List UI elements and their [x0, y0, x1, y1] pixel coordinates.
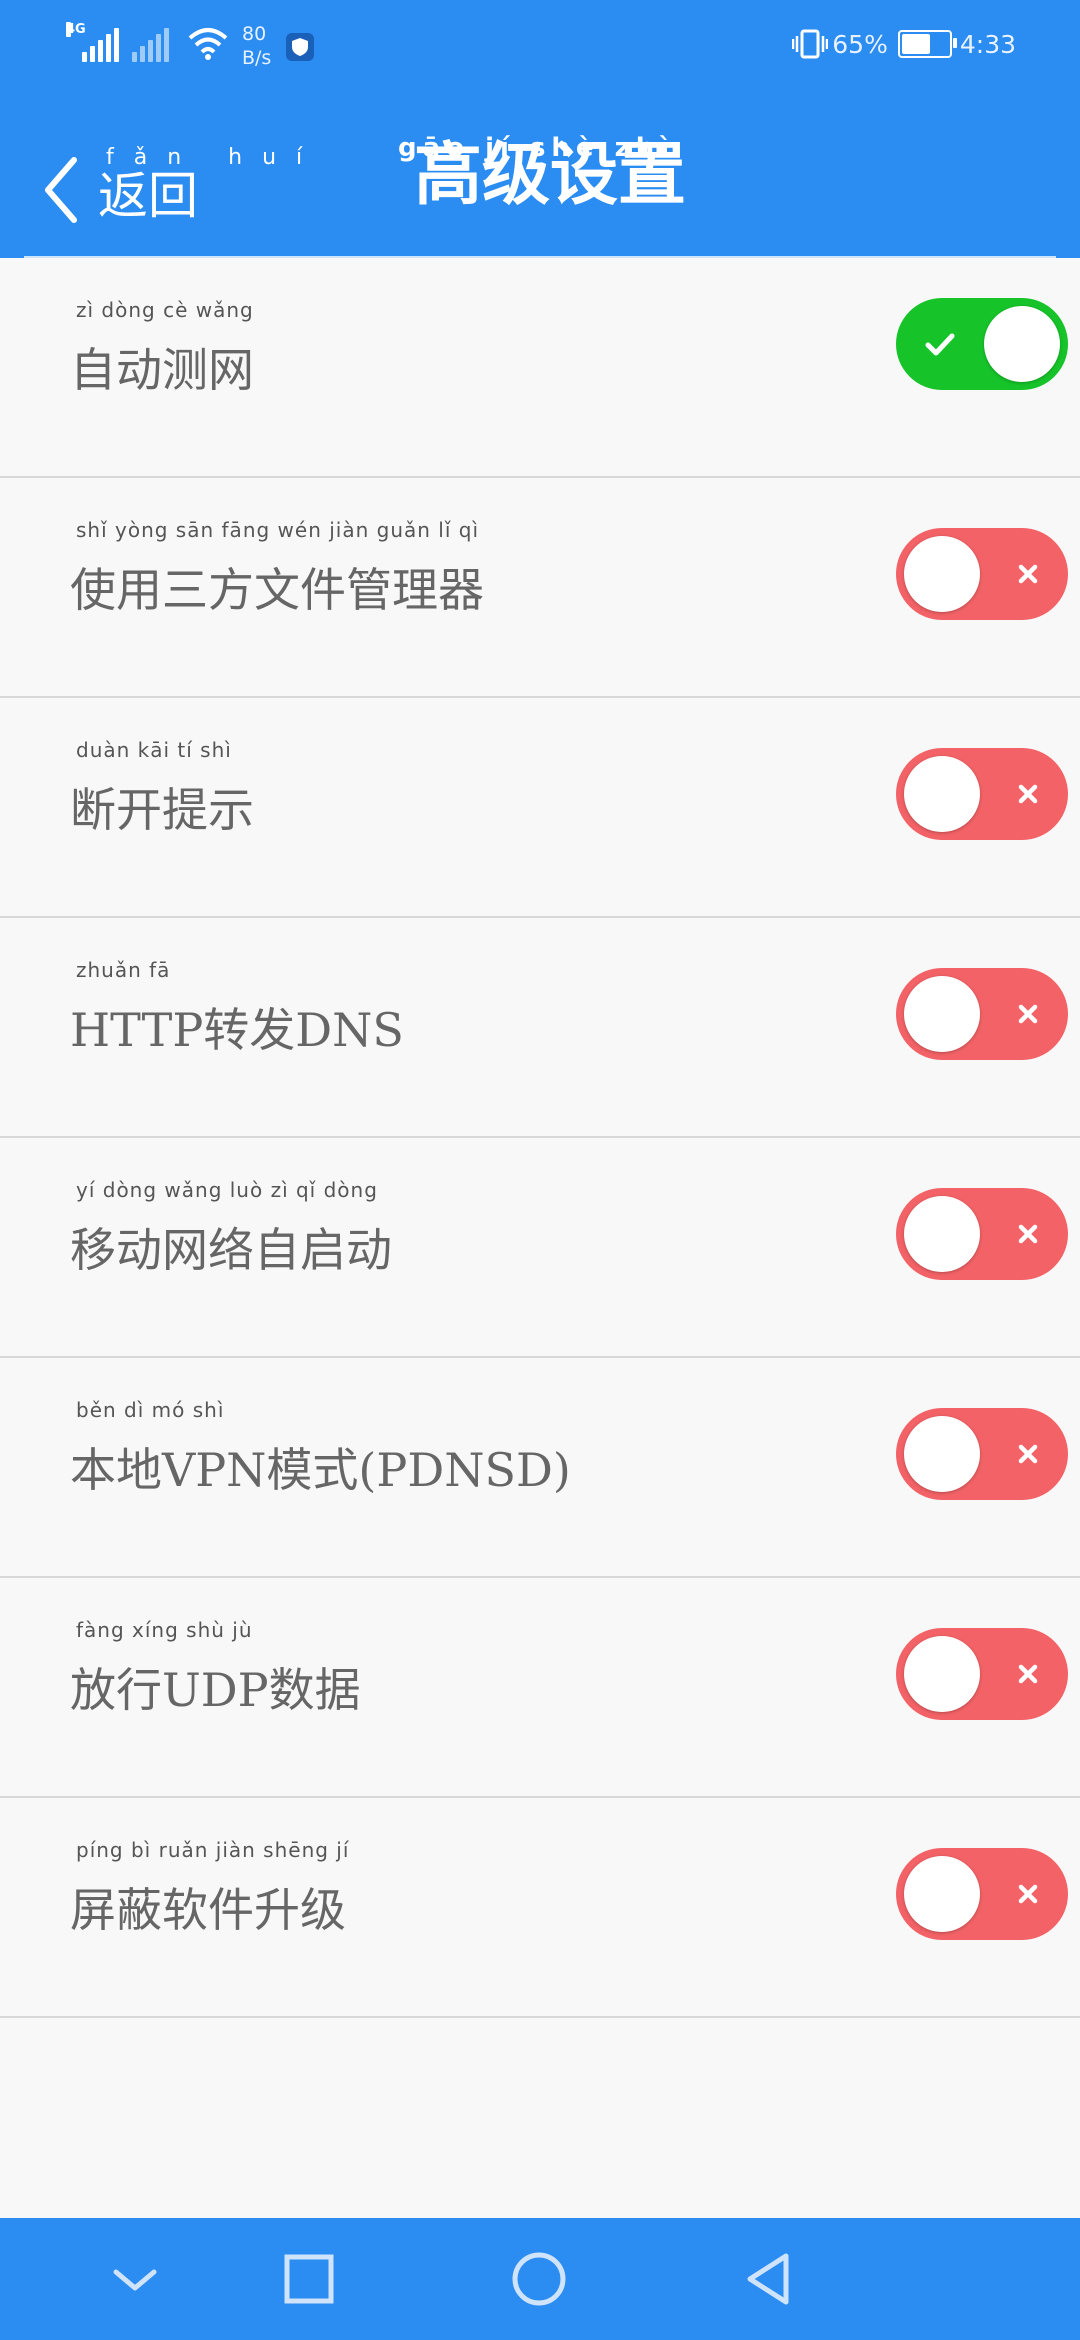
battery-percent: 65% — [832, 29, 888, 59]
battery-level-fill — [901, 34, 931, 54]
speed-value: 80 — [242, 23, 267, 45]
x-icon — [1018, 784, 1038, 804]
vibrate-icon — [792, 29, 829, 59]
setting-pinyin: shǐ yòng sān fāng wén jiàn guǎn lǐ qì — [76, 518, 480, 542]
setting-label-wrap: běn dì mó shì 本地VPN模式(PDNSD) — [70, 1398, 571, 1500]
setting-pinyin: duàn kāi tí shì — [76, 738, 232, 762]
cell-signal-2-icon — [132, 22, 172, 62]
setting-pinyin: píng bì ruǎn jiàn shēng jí — [76, 1838, 350, 1862]
app-header: fǎn huí 返回 gāo jí shè zhì 高级设置 — [0, 96, 1080, 258]
status-bar: 4G 80 B/s 65% 4:33 — [0, 0, 1080, 96]
setting-toggle[interactable] — [896, 528, 1068, 620]
triangle-back-icon[interactable] — [736, 2246, 802, 2312]
square-icon[interactable] — [276, 2246, 342, 2312]
toggle-knob — [904, 1636, 980, 1712]
network-speed: 80 B/s — [242, 22, 271, 70]
x-icon — [1018, 1444, 1038, 1464]
toggle-knob — [904, 536, 980, 612]
back-pinyin: fǎn huí — [106, 145, 323, 170]
x-icon — [1018, 564, 1038, 584]
wifi-icon — [188, 28, 228, 60]
x-icon — [1018, 1224, 1038, 1244]
setting-row: shǐ yòng sān fāng wén jiàn guǎn lǐ qì 使用三… — [0, 478, 1080, 698]
setting-row: píng bì ruǎn jiàn shēng jí 屏蔽软件升级 — [0, 1798, 1080, 2018]
toggle-knob — [904, 1196, 980, 1272]
back-label-wrap: fǎn huí 返回 — [98, 145, 302, 226]
setting-row: zì dòng cè wǎng 自动测网 — [0, 258, 1080, 478]
chevron-down-icon[interactable] — [102, 2246, 168, 2312]
setting-label-wrap: píng bì ruǎn jiàn shēng jí 屏蔽软件升级 — [70, 1838, 348, 1940]
setting-label-wrap: zì dòng cè wǎng 自动测网 — [70, 298, 254, 400]
setting-row: zhuǎn fā HTTP转发DNS — [0, 918, 1080, 1138]
setting-pinyin: fàng xíng shù jù — [76, 1618, 253, 1642]
toggle-knob — [984, 306, 1060, 382]
clock: 4:33 — [959, 29, 1016, 59]
speed-unit: B/s — [242, 47, 272, 69]
setting-label: 本地VPN模式(PDNSD) — [70, 1443, 571, 1497]
navigation-bar — [0, 2218, 1080, 2340]
setting-label: 自动测网 — [70, 343, 254, 397]
check-icon — [925, 333, 955, 356]
toggle-knob — [904, 756, 980, 832]
setting-label: HTTP转发DNS — [70, 1003, 404, 1057]
setting-label-wrap: shǐ yòng sān fāng wén jiàn guǎn lǐ qì 使用三… — [70, 518, 484, 620]
setting-label-wrap: zhuǎn fā HTTP转发DNS — [70, 958, 404, 1060]
setting-pinyin: zì dòng cè wǎng — [76, 298, 254, 322]
chevron-left-icon — [45, 157, 77, 223]
setting-row: duàn kāi tí shì 断开提示 — [0, 698, 1080, 918]
setting-toggle[interactable] — [896, 1188, 1068, 1280]
cell-signal-icon: 4G — [66, 22, 122, 62]
setting-toggle[interactable] — [896, 1408, 1068, 1500]
setting-pinyin: yí dòng wǎng luò zì qǐ dòng — [76, 1178, 378, 1202]
setting-label-wrap: yí dòng wǎng luò zì qǐ dòng 移动网络自启动 — [70, 1178, 392, 1280]
setting-toggle[interactable] — [896, 748, 1068, 840]
x-icon — [1018, 1004, 1038, 1024]
setting-label: 屏蔽软件升级 — [70, 1883, 346, 1937]
network-type-label: 4G — [66, 22, 86, 37]
shield-icon — [286, 33, 315, 61]
setting-row: běn dì mó shì 本地VPN模式(PDNSD) — [0, 1358, 1080, 1578]
x-icon — [1018, 1884, 1038, 1904]
battery-icon — [897, 30, 957, 58]
back-button[interactable]: fǎn huí 返回 — [40, 136, 302, 226]
setting-pinyin: zhuǎn fā — [76, 958, 171, 982]
toggle-knob — [904, 976, 980, 1052]
setting-toggle[interactable] — [896, 1848, 1068, 1940]
setting-label-wrap: fàng xíng shù jù 放行UDP数据 — [70, 1618, 361, 1720]
setting-row: yí dòng wǎng luò zì qǐ dòng 移动网络自启动 — [0, 1138, 1080, 1358]
setting-label: 断开提示 — [70, 783, 254, 837]
circle-icon[interactable] — [506, 2246, 572, 2312]
setting-label: 移动网络自启动 — [70, 1223, 392, 1277]
setting-toggle[interactable] — [896, 1628, 1068, 1720]
title-pinyin: gāo jí shè zhì — [398, 133, 676, 163]
x-icon — [1018, 1664, 1038, 1684]
setting-row: fàng xíng shù jù 放行UDP数据 — [0, 1578, 1080, 1798]
setting-pinyin: běn dì mó shì — [76, 1398, 225, 1422]
setting-label: 放行UDP数据 — [70, 1663, 361, 1717]
setting-label-wrap: duàn kāi tí shì 断开提示 — [70, 738, 254, 840]
page-title-wrap: gāo jí shè zhì 高级设置 — [390, 133, 710, 216]
toggle-knob — [904, 1856, 980, 1932]
setting-toggle[interactable] — [896, 298, 1068, 390]
setting-label: 使用三方文件管理器 — [70, 563, 484, 617]
settings-list: zì dòng cè wǎng 自动测网 shǐ yòng sān fāng wén… — [0, 258, 1080, 2018]
setting-toggle[interactable] — [896, 968, 1068, 1060]
toggle-knob — [904, 1416, 980, 1492]
